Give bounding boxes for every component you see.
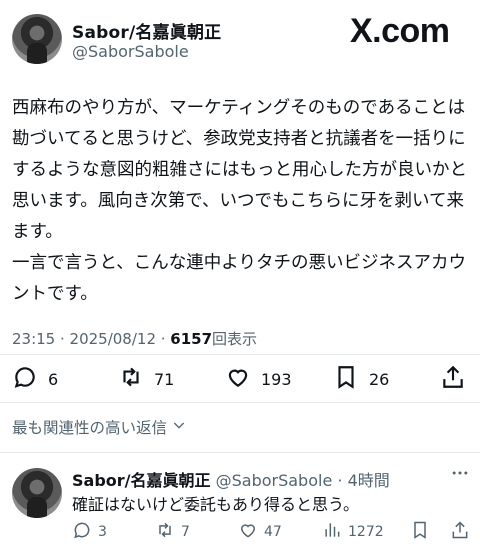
reply-bookmark-button[interactable] bbox=[410, 520, 430, 544]
repost-count: 71 bbox=[154, 369, 175, 389]
reply-reply-button[interactable]: 3 bbox=[72, 520, 107, 544]
reply-sort-dropdown[interactable]: 最も関連性の高い返信 bbox=[12, 416, 187, 438]
reply-header: Sabor/名嘉眞朝正 @SaborSabole · 4時間 bbox=[72, 467, 390, 491]
views-icon bbox=[322, 520, 342, 544]
divider bbox=[0, 402, 480, 403]
author-name[interactable]: Sabor/名嘉眞朝正 bbox=[72, 18, 221, 43]
sort-label: 最も関連性の高い返信 bbox=[12, 419, 168, 437]
reply-author-handle[interactable]: @SaborSabole bbox=[216, 471, 333, 490]
reply-avatar[interactable] bbox=[12, 468, 62, 518]
post-timestamp[interactable]: 23:15 · 2025/08/12 · bbox=[12, 330, 170, 348]
bookmark-icon bbox=[410, 520, 430, 544]
reply-text: 確証はないけど委託もあり得ると思う。 bbox=[72, 495, 360, 514]
like-button[interactable]: 193 bbox=[225, 364, 292, 394]
reply-repost-button[interactable]: 7 bbox=[155, 520, 190, 544]
reply-time[interactable]: · 4時間 bbox=[337, 471, 389, 490]
repost-icon bbox=[118, 364, 144, 394]
reply-views-button[interactable]: 1272 bbox=[322, 520, 384, 544]
comment-icon bbox=[72, 520, 92, 544]
reply-share-button[interactable] bbox=[450, 520, 470, 544]
author-handle[interactable]: @SaborSabole bbox=[72, 42, 189, 61]
repost-icon bbox=[155, 520, 175, 544]
like-count: 193 bbox=[261, 369, 292, 389]
avatar[interactable] bbox=[12, 14, 62, 64]
comment-icon bbox=[12, 364, 38, 394]
divider bbox=[0, 354, 480, 355]
divider bbox=[0, 452, 480, 453]
reply-reply-count: 3 bbox=[98, 524, 107, 540]
post-meta: 23:15 · 2025/08/12 · 6157回表示 bbox=[12, 328, 257, 349]
views-count: 6157 bbox=[170, 330, 213, 348]
share-icon bbox=[450, 520, 470, 544]
bookmark-icon bbox=[333, 364, 359, 394]
views-label: 回表示 bbox=[212, 330, 258, 348]
heart-icon bbox=[238, 520, 258, 544]
reply-button[interactable]: 6 bbox=[12, 364, 58, 394]
share-button[interactable] bbox=[440, 364, 466, 394]
reply-count: 6 bbox=[48, 369, 59, 389]
reply-repost-count: 7 bbox=[181, 524, 190, 540]
reply-like-button[interactable]: 47 bbox=[238, 520, 282, 544]
post-text: 西麻布のやり方が、マーケティングそのものであることは勘づいてると思うけど、参政党… bbox=[12, 98, 467, 304]
chevron-down-icon bbox=[171, 417, 187, 437]
reply-author-name[interactable]: Sabor/名嘉眞朝正 bbox=[72, 471, 211, 490]
more-icon[interactable] bbox=[450, 463, 470, 488]
heart-icon bbox=[225, 364, 251, 394]
repost-button[interactable]: 71 bbox=[118, 364, 174, 394]
site-logo: X.com bbox=[350, 12, 450, 50]
bookmark-button[interactable]: 26 bbox=[333, 364, 389, 394]
bookmark-count: 26 bbox=[369, 369, 390, 389]
share-icon bbox=[440, 364, 466, 394]
reply-like-count: 47 bbox=[264, 524, 282, 540]
reply-views-count: 1272 bbox=[348, 524, 384, 540]
